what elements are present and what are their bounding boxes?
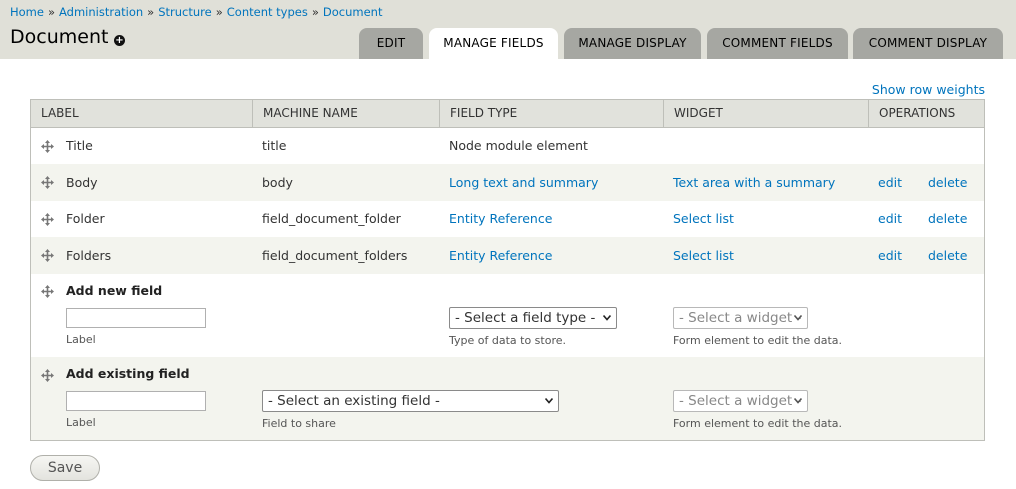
tab-edit[interactable]: EDIT bbox=[359, 28, 423, 59]
new-field-widget-select[interactable]: - Select a widget - bbox=[673, 307, 808, 329]
column-header-widget: WIDGET bbox=[663, 100, 868, 127]
field-label: Body bbox=[66, 175, 98, 190]
breadcrumb-separator: » bbox=[215, 5, 223, 19]
breadcrumb-content-types[interactable]: Content types bbox=[227, 5, 308, 19]
drag-handle-icon[interactable] bbox=[41, 369, 54, 382]
chevron-down-icon bbox=[603, 315, 611, 321]
field-machine-name: field_document_folders bbox=[262, 248, 408, 263]
edit-link[interactable]: edit bbox=[878, 248, 902, 263]
column-header-machine-name: MACHINE NAME bbox=[252, 100, 439, 127]
drag-handle-icon[interactable] bbox=[41, 140, 54, 153]
add-shortcut-icon[interactable]: + bbox=[114, 35, 125, 46]
edit-link[interactable]: edit bbox=[878, 211, 902, 226]
breadcrumb-structure[interactable]: Structure bbox=[158, 5, 212, 19]
widget-link[interactable]: Text area with a summary bbox=[673, 175, 835, 190]
table-row: Folders field_document_folders Entity Re… bbox=[31, 237, 984, 274]
tab-manage-fields[interactable]: MANAGE FIELDS bbox=[429, 28, 558, 59]
page-header: Home» Administration» Structure» Content ty… bbox=[0, 0, 1016, 59]
delete-link[interactable]: delete bbox=[928, 211, 967, 226]
field-label: Folders bbox=[66, 248, 112, 263]
delete-link[interactable]: delete bbox=[928, 175, 967, 190]
breadcrumb-home[interactable]: Home bbox=[10, 5, 44, 19]
column-header-label: LABEL bbox=[41, 106, 79, 120]
widget-link[interactable]: Select list bbox=[673, 211, 734, 226]
widget-select-value: - Select a widget - bbox=[679, 310, 802, 326]
chevron-down-icon bbox=[545, 398, 553, 404]
field-type-link[interactable]: Long text and summary bbox=[449, 175, 598, 190]
widget-link[interactable]: Select list bbox=[673, 248, 734, 263]
field-type-description: Type of data to store. bbox=[449, 334, 566, 347]
edit-link[interactable]: edit bbox=[878, 175, 902, 190]
add-existing-field-heading: Add existing field bbox=[66, 366, 190, 381]
show-row-weights-link[interactable]: Show row weights bbox=[872, 82, 985, 97]
table-row: Title title Node module element bbox=[31, 128, 984, 164]
field-type-select-value: - Select a field type - bbox=[455, 310, 596, 326]
field-type: Node module element bbox=[449, 138, 588, 153]
breadcrumb-separator: » bbox=[311, 5, 319, 19]
widget-select-value: - Select a widget - bbox=[679, 393, 802, 409]
page-title: Document bbox=[10, 26, 109, 48]
breadcrumb: Home» Administration» Structure» Content ty… bbox=[10, 5, 382, 19]
breadcrumb-separator: » bbox=[147, 5, 155, 19]
column-header-operations: OPERATIONS bbox=[868, 100, 984, 127]
delete-link[interactable]: delete bbox=[928, 248, 967, 263]
add-new-field-row: Add new field Label - Select a field typ… bbox=[31, 274, 984, 357]
table-row: Body body Long text and summary Text are… bbox=[31, 164, 984, 201]
widget-description: Form element to edit the data. bbox=[673, 417, 843, 430]
tab-comment-display[interactable]: COMMENT DISPLAY bbox=[853, 28, 1003, 59]
field-machine-name: title bbox=[262, 138, 287, 153]
field-label: Title bbox=[66, 138, 93, 153]
existing-field-description: Field to share bbox=[262, 417, 336, 430]
table-row: Folder field_document_folder Entity Refe… bbox=[31, 201, 984, 237]
column-header-field-type: FIELD TYPE bbox=[439, 100, 663, 127]
fields-table: LABEL MACHINE NAME FIELD TYPE WIDGET OPE… bbox=[30, 99, 985, 441]
field-type-link[interactable]: Entity Reference bbox=[449, 211, 552, 226]
tab-manage-display[interactable]: MANAGE DISPLAY bbox=[564, 28, 701, 59]
existing-field-label-description: Label bbox=[66, 416, 96, 429]
breadcrumb-document[interactable]: Document bbox=[323, 5, 383, 19]
drag-handle-icon[interactable] bbox=[41, 285, 54, 298]
new-field-label-input[interactable] bbox=[66, 308, 206, 328]
new-field-label-description: Label bbox=[66, 333, 96, 346]
field-label: Folder bbox=[66, 211, 105, 226]
drag-handle-icon[interactable] bbox=[41, 176, 54, 189]
drag-handle-icon[interactable] bbox=[41, 249, 54, 262]
add-new-field-heading: Add new field bbox=[66, 283, 163, 298]
existing-field-label-input[interactable] bbox=[66, 391, 206, 411]
field-machine-name: body bbox=[262, 175, 293, 190]
breadcrumb-administration[interactable]: Administration bbox=[59, 5, 143, 19]
drag-handle-icon[interactable] bbox=[41, 213, 54, 226]
tab-comment-fields[interactable]: COMMENT FIELDS bbox=[707, 28, 848, 59]
save-button[interactable]: Save bbox=[30, 455, 100, 481]
field-type-select[interactable]: - Select a field type - bbox=[449, 307, 617, 329]
field-machine-name: field_document_folder bbox=[262, 211, 401, 226]
chevron-down-icon bbox=[794, 398, 802, 404]
existing-field-widget-select[interactable]: - Select a widget - bbox=[673, 390, 808, 412]
breadcrumb-separator: » bbox=[47, 5, 56, 19]
widget-description: Form element to edit the data. bbox=[673, 334, 843, 347]
existing-field-select[interactable]: - Select an existing field - bbox=[262, 390, 559, 412]
add-existing-field-row: Add existing field Label - Select an exi… bbox=[31, 357, 984, 440]
table-header: LABEL MACHINE NAME FIELD TYPE WIDGET OPE… bbox=[31, 100, 984, 128]
chevron-down-icon bbox=[794, 315, 802, 321]
field-type-link[interactable]: Entity Reference bbox=[449, 248, 552, 263]
existing-field-select-value: - Select an existing field - bbox=[268, 393, 440, 409]
